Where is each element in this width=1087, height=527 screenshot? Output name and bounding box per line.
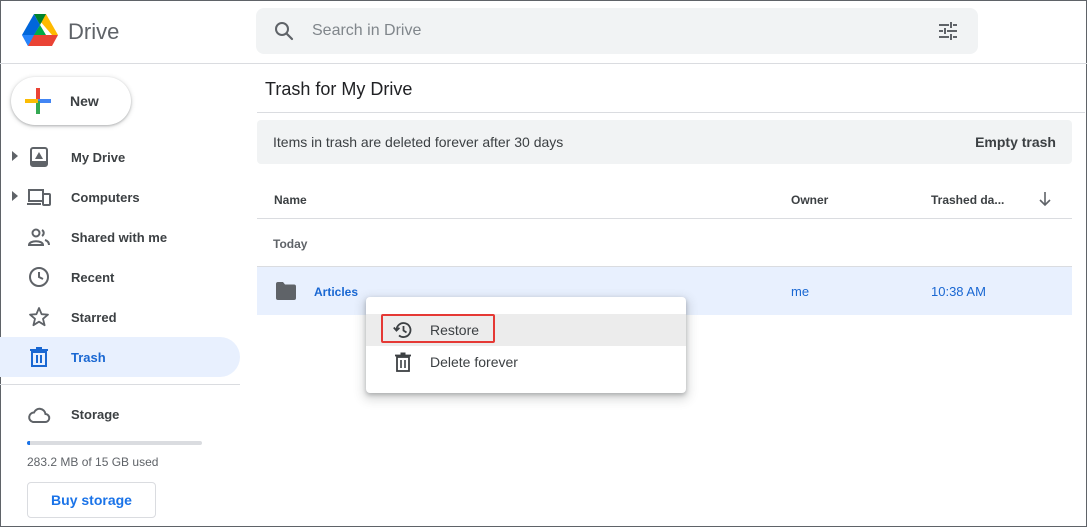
menu-item-label: Delete forever — [430, 354, 518, 370]
file-name: Articles — [314, 285, 359, 299]
shared-icon — [27, 228, 50, 246]
menu-item-label: Restore — [430, 322, 480, 338]
my-drive-icon — [30, 147, 48, 167]
file-owner: me — [791, 284, 810, 299]
search-bar[interactable] — [256, 8, 978, 54]
storage-progress-fill — [27, 441, 31, 445]
context-menu: Restore Delete forever — [366, 297, 686, 393]
menu-item-delete-forever[interactable]: Delete forever — [366, 346, 686, 378]
trash-icon — [395, 352, 411, 372]
buy-storage-button[interactable]: Buy storage — [27, 482, 156, 518]
empty-trash-button[interactable]: Empty trash — [975, 130, 1056, 154]
trash-info-banner: Items in trash are deleted forever after… — [257, 120, 1072, 164]
column-header-owner[interactable]: Owner — [791, 193, 828, 207]
sidebar-item-label: Shared with me — [71, 230, 168, 245]
main-content: Trash for My Drive Items in trash are de… — [257, 65, 1085, 525]
sort-arrow-down-icon[interactable] — [1036, 190, 1054, 208]
expand-arrow-icon[interactable] — [12, 151, 18, 161]
storage-used-text: 283.2 MB of 15 GB used — [27, 455, 159, 469]
restore-icon — [393, 322, 412, 338]
sidebar-item-label: Computers — [71, 190, 140, 205]
sidebar-item-label: Trash — [71, 350, 106, 365]
file-trashed-date: 10:38 AM — [931, 284, 986, 299]
cloud-icon — [28, 407, 51, 423]
drive-logo-icon[interactable] — [22, 14, 58, 47]
sidebar-item-recent[interactable]: Recent — [0, 257, 240, 297]
sidebar-item-label: Starred — [71, 310, 117, 325]
title-divider — [257, 112, 1085, 113]
folder-icon — [276, 282, 296, 300]
banner-text: Items in trash are deleted forever after… — [273, 134, 564, 150]
search-icon[interactable] — [272, 19, 296, 43]
column-header-trashed-date[interactable]: Trashed da... — [931, 193, 1004, 207]
app-name: Drive — [68, 19, 120, 44]
page-title: Trash for My Drive — [265, 79, 413, 99]
header-divider — [257, 218, 1072, 219]
sidebar-item-shared-with-me[interactable]: Shared with me — [0, 217, 240, 257]
sidebar: New My Drive Computers Shared with me Re… — [0, 65, 250, 527]
group-label: Today — [273, 237, 308, 251]
computers-icon — [27, 189, 51, 206]
new-button[interactable]: New — [11, 77, 131, 125]
column-header-name[interactable]: Name — [274, 193, 307, 207]
clock-icon — [29, 267, 49, 287]
sidebar-item-my-drive[interactable]: My Drive — [0, 137, 240, 177]
trash-icon — [30, 347, 48, 367]
expand-arrow-icon[interactable] — [12, 191, 18, 201]
sidebar-item-starred[interactable]: Starred — [0, 297, 240, 337]
new-button-label: New — [70, 93, 99, 109]
menu-item-restore[interactable]: Restore — [366, 314, 686, 346]
sidebar-item-label: My Drive — [71, 150, 126, 165]
sidebar-item-label: Recent — [71, 270, 115, 285]
search-options-icon[interactable] — [936, 19, 960, 43]
top-bar: Drive — [0, 0, 1087, 64]
storage-label[interactable]: Storage — [71, 407, 119, 422]
star-icon — [29, 307, 49, 327]
plus-icon — [25, 88, 51, 114]
sidebar-item-trash[interactable]: Trash — [0, 337, 240, 377]
sidebar-divider — [0, 384, 240, 385]
search-input[interactable] — [312, 19, 912, 43]
sidebar-item-computers[interactable]: Computers — [0, 177, 240, 217]
storage-progress-bar — [27, 441, 202, 445]
